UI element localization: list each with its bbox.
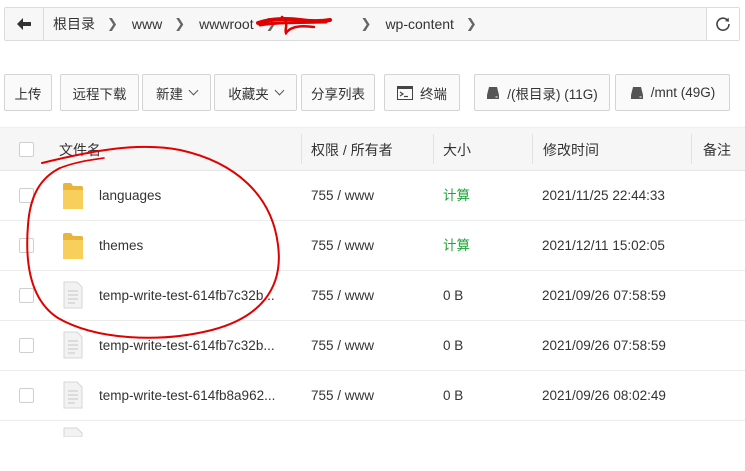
column-header-note[interactable]: 备注 xyxy=(703,128,731,170)
chevron-right-icon: ❯ xyxy=(174,16,186,31)
file-permission: 755 / www xyxy=(311,188,375,203)
favorites-label: 收藏夹 xyxy=(228,86,269,102)
upload-button[interactable]: 上传 xyxy=(4,74,52,111)
disk-root-label: /(根目录) (11G) xyxy=(507,86,598,102)
file-permission: 755 / www xyxy=(311,338,375,353)
file-size: 0 B xyxy=(443,288,464,303)
favorites-dropdown-button[interactable]: 收藏夹 xyxy=(214,74,297,111)
row-checkbox[interactable] xyxy=(19,238,34,253)
arrow-left-icon xyxy=(17,18,31,30)
remote-download-button[interactable]: 远程下载 xyxy=(60,74,139,111)
file-icon xyxy=(63,381,83,409)
column-divider xyxy=(691,134,692,164)
file-name[interactable]: languages xyxy=(99,171,161,220)
file-permission: 755 / www xyxy=(311,238,375,253)
file-icon xyxy=(63,331,83,359)
chevron-right-icon: ❯ xyxy=(107,16,118,31)
file-modified-time: 2021/11/25 22:44:33 xyxy=(542,188,665,203)
table-row[interactable]: temp-write-test-614fb7c32b... 755 / www … xyxy=(0,271,745,321)
hard-drive-icon xyxy=(630,86,643,99)
file-icon xyxy=(63,427,83,437)
row-checkbox[interactable] xyxy=(19,188,34,203)
column-divider xyxy=(532,134,533,164)
table-row[interactable]: languages 755 / www 计算 2021/11/25 22:44:… xyxy=(0,171,745,221)
column-header-permission[interactable]: 权限 / 所有者 xyxy=(311,128,393,170)
file-size: 0 B xyxy=(443,388,464,403)
disk-mnt-label: /mnt (49G) xyxy=(650,85,716,100)
file-permission: 755 / www xyxy=(311,388,375,403)
chevron-right-icon: ❯ xyxy=(360,16,372,31)
breadcrumb-root[interactable]: 根目录 xyxy=(53,14,95,34)
breadcrumb-www[interactable]: www xyxy=(132,16,162,32)
table-row[interactable]: temp-write-test-614fb7c32b... 755 / www … xyxy=(0,321,745,371)
column-header-name[interactable]: 文件名 xyxy=(59,128,101,170)
file-permission: 755 / www xyxy=(311,288,375,303)
share-list-button[interactable]: 分享列表 xyxy=(301,74,375,111)
file-name[interactable]: temp-write-test-614fb7c32b... xyxy=(99,271,275,320)
file-modified-time: 2021/09/26 07:58:59 xyxy=(542,338,666,353)
chevron-down-icon xyxy=(274,85,285,96)
terminal-button[interactable]: 终端 xyxy=(384,74,460,111)
new-label: 新建 xyxy=(156,86,183,102)
select-all-checkbox[interactable] xyxy=(19,142,34,157)
table-row[interactable]: temp-write-test-614fb8a962... 755 / www … xyxy=(0,371,745,421)
back-button[interactable] xyxy=(5,8,44,40)
column-divider xyxy=(433,134,434,164)
breadcrumb-wp-content[interactable]: wp-content xyxy=(385,16,453,32)
column-divider xyxy=(301,134,302,164)
row-checkbox[interactable] xyxy=(19,288,34,303)
calculate-size-link[interactable]: 计算 xyxy=(443,221,470,270)
file-icon xyxy=(63,281,83,309)
calculate-size-link[interactable]: 计算 xyxy=(443,171,470,220)
redaction-scribble xyxy=(256,15,332,35)
row-checkbox[interactable] xyxy=(19,388,34,403)
column-header-size[interactable]: 大小 xyxy=(443,128,471,170)
breadcrumb-bar: 根目录 ❯ www ❯ wwwroot ❯ ❯ wp-content ❯ xyxy=(4,7,740,41)
terminal-icon xyxy=(397,85,413,100)
terminal-label: 终端 xyxy=(420,86,447,102)
table-row[interactable] xyxy=(0,421,745,471)
new-dropdown-button[interactable]: 新建 xyxy=(142,74,211,111)
file-name[interactable]: temp-write-test-614fb7c32b... xyxy=(99,321,275,370)
row-checkbox[interactable] xyxy=(19,338,34,353)
file-modified-time: 2021/12/11 15:02:05 xyxy=(542,238,665,253)
folder-icon xyxy=(63,183,83,209)
chevron-right-icon: ❯ xyxy=(465,16,477,31)
refresh-icon xyxy=(716,17,730,31)
file-modified-time: 2021/09/26 08:02:49 xyxy=(542,388,666,403)
file-modified-time: 2021/09/26 07:58:59 xyxy=(542,288,666,303)
file-size: 0 B xyxy=(443,338,464,353)
table-row[interactable]: themes 755 / www 计算 2021/12/11 15:02:05 xyxy=(0,221,745,271)
file-name[interactable]: temp-write-test-614fb8a962... xyxy=(99,371,275,420)
disk-root-button[interactable]: /(根目录) (11G) xyxy=(474,74,610,111)
chevron-down-icon xyxy=(188,85,199,96)
disk-mnt-button[interactable]: /mnt (49G) xyxy=(615,74,730,111)
table-header: 文件名 权限 / 所有者 大小 修改时间 备注 xyxy=(0,127,745,171)
breadcrumb-wwwroot[interactable]: wwwroot xyxy=(199,16,253,32)
hard-drive-icon xyxy=(487,86,500,99)
file-name[interactable]: themes xyxy=(99,221,143,270)
refresh-button[interactable] xyxy=(706,8,739,40)
folder-icon xyxy=(63,233,83,259)
column-header-modified[interactable]: 修改时间 xyxy=(543,128,599,170)
